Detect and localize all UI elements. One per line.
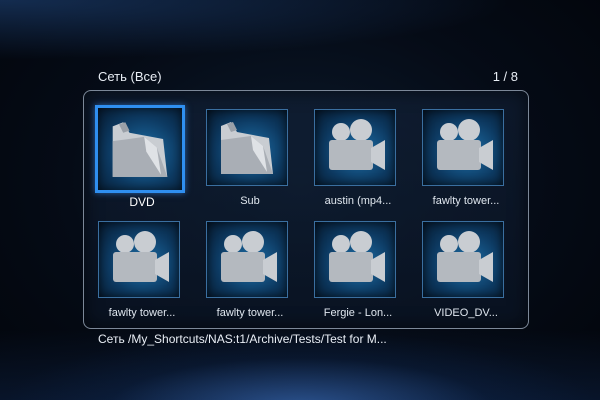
thumbnail <box>314 221 396 298</box>
background-glow-top <box>0 0 600 70</box>
video-camera-icon <box>113 231 169 282</box>
grid-item-video[interactable]: VIDEO_DV... <box>416 217 524 329</box>
page-counter: 1 / 8 <box>492 69 518 84</box>
grid-item-dvd[interactable]: DVD <box>92 105 200 217</box>
grid-item-video[interactable]: Fergie - Lon... <box>308 217 416 329</box>
thumbnail <box>422 109 504 186</box>
thumbnail <box>206 109 288 186</box>
media-grid: DVD Sub austin (mp4... fawlty tower... f… <box>92 105 522 329</box>
item-label: DVD <box>129 195 155 209</box>
video-camera-icon <box>329 119 385 170</box>
video-camera-icon <box>437 119 493 170</box>
item-label: VIDEO_DV... <box>434 307 498 319</box>
thumbnail <box>98 221 180 298</box>
thumbnail <box>422 221 504 298</box>
thumbnail <box>314 109 396 186</box>
grid-item-video[interactable]: fawlty tower... <box>200 217 308 329</box>
current-path: Сеть /My_Shortcuts/NAS:t1/Archive/Tests/… <box>98 332 387 346</box>
video-camera-icon <box>221 231 277 282</box>
thumbnail <box>95 105 185 193</box>
page-title: Сеть (Все) <box>98 69 162 84</box>
item-label: Fergie - Lon... <box>323 307 393 319</box>
video-camera-icon <box>329 231 385 282</box>
item-label: fawlty tower... <box>216 307 284 319</box>
item-label: austin (mp4... <box>324 195 392 207</box>
thumbnail <box>206 221 288 298</box>
folder-icon <box>221 122 273 174</box>
video-camera-icon <box>437 231 493 282</box>
grid-item-video[interactable]: fawlty tower... <box>92 217 200 329</box>
folder-icon <box>112 122 168 177</box>
item-label: Sub <box>240 195 260 207</box>
item-label: fawlty tower... <box>432 195 500 207</box>
item-label: fawlty tower... <box>108 307 176 319</box>
grid-item-video[interactable]: austin (mp4... <box>308 105 416 217</box>
grid-item-sub[interactable]: Sub <box>200 105 308 217</box>
grid-item-video[interactable]: fawlty tower... <box>416 105 524 217</box>
